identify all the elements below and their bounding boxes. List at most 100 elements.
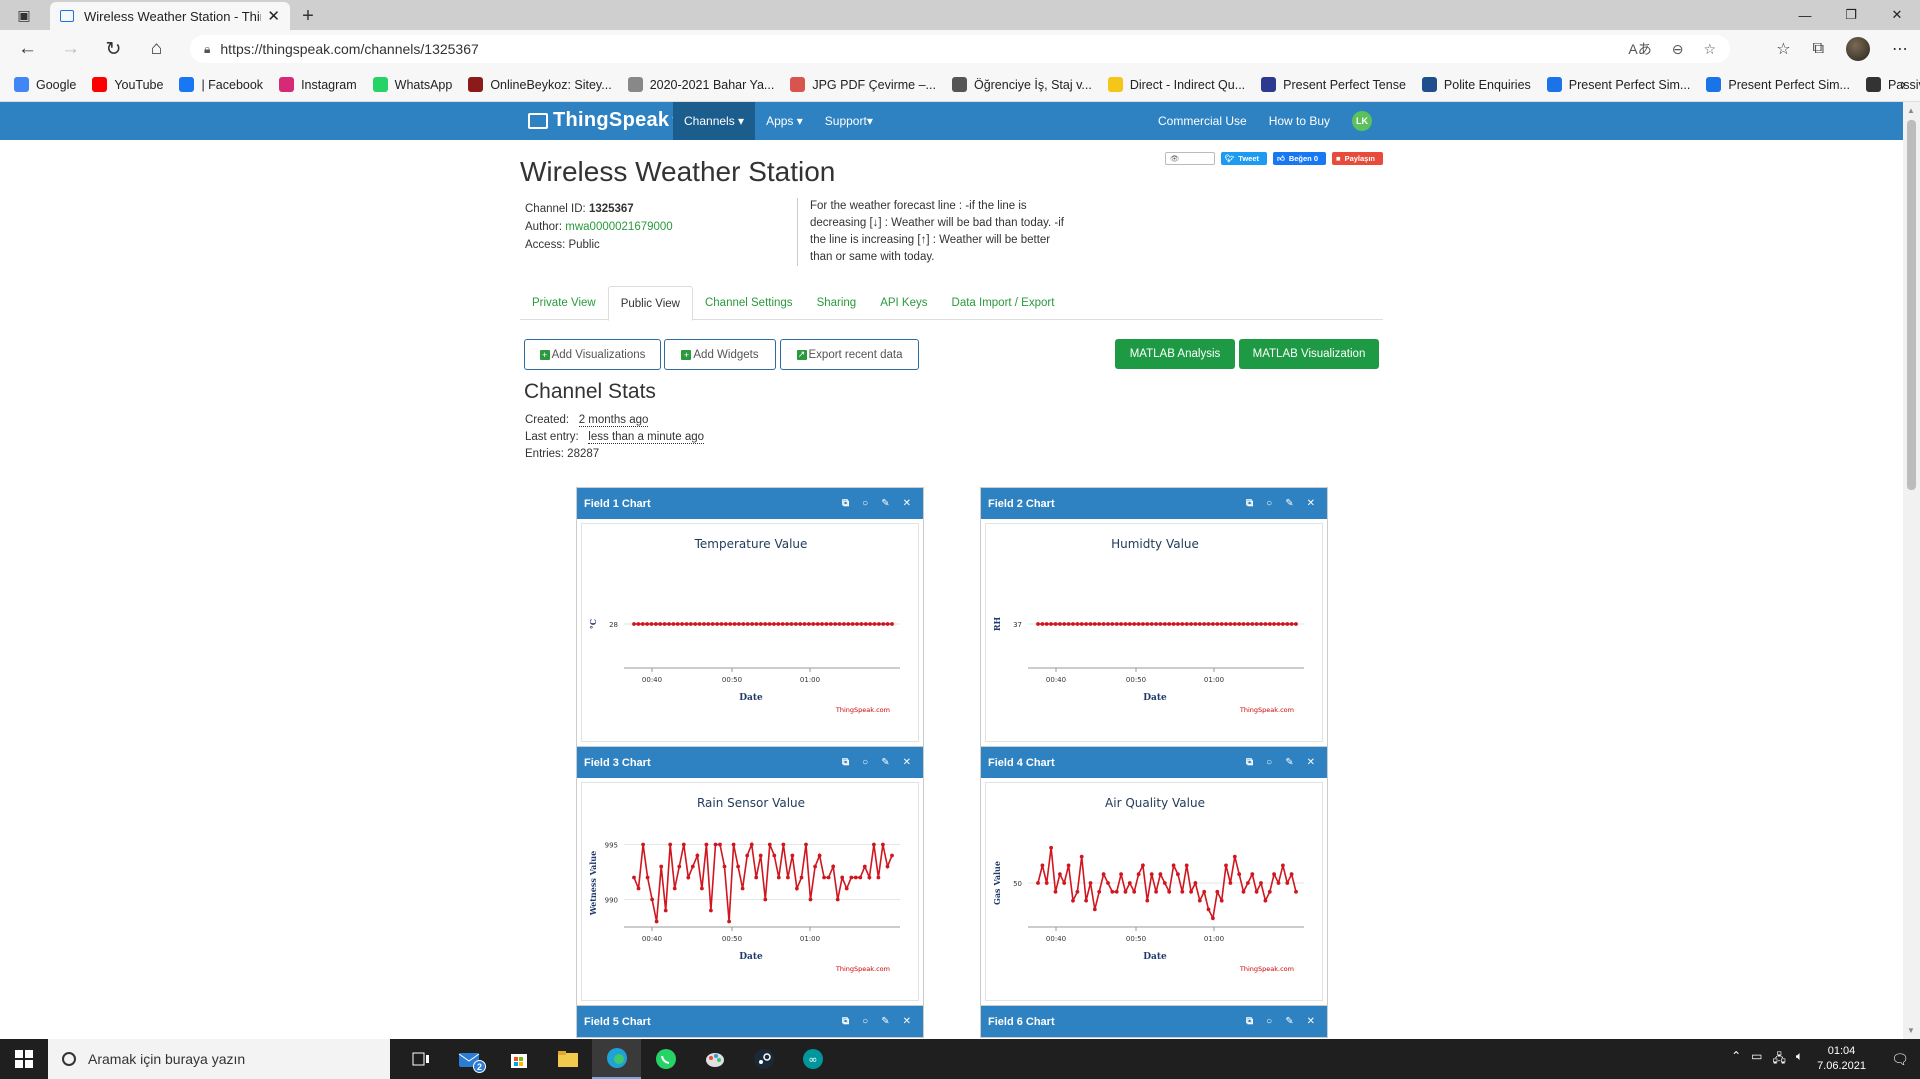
refresh-button[interactable]: ↻	[92, 30, 135, 68]
collections-icon[interactable]: ⧉	[1813, 40, 1824, 58]
paint-icon[interactable]	[690, 1039, 739, 1079]
zoom-icon[interactable]: ⊖	[1672, 41, 1684, 58]
edit-icon[interactable]: ✎	[1285, 498, 1293, 509]
bookmark-item[interactable]: WhatsApp	[372, 77, 452, 92]
add-favorite-icon[interactable]: ☆	[1703, 41, 1716, 58]
bookmark-item[interactable]: Google	[14, 77, 76, 92]
bookmark-item[interactable]: OnlineBeykoz: Sitey...	[468, 77, 612, 92]
close-icon[interactable]: ✕	[1307, 1016, 1315, 1027]
comment-icon[interactable]: ○	[862, 757, 868, 768]
bookmark-item[interactable]: Polite Enquiries	[1421, 77, 1531, 92]
nav-channels-menu[interactable]: Channels ▾	[673, 102, 756, 140]
network-icon[interactable]: 🖧︎	[1772, 1049, 1785, 1070]
add-widgets-button[interactable]: + Add Widgets	[664, 339, 776, 370]
device-icon[interactable]: ▭	[1751, 1049, 1762, 1070]
bookmark-item[interactable]: Öğrenciye İş, Staj v...	[951, 77, 1092, 92]
arduino-icon[interactable]: ∞	[788, 1039, 837, 1079]
store-icon[interactable]	[494, 1039, 543, 1079]
lock-icon[interactable]: 🔒︎	[204, 42, 210, 57]
close-window-icon[interactable]: ✕	[1874, 0, 1920, 30]
tab-sharing[interactable]: Sharing	[805, 286, 869, 320]
matlab-visualization-button[interactable]: MATLAB Visualization	[1239, 339, 1379, 369]
nav-apps-menu[interactable]: Apps ▾	[755, 102, 814, 140]
tab-private-view[interactable]: Private View	[520, 286, 608, 320]
external-link-icon[interactable]: ⧉	[842, 757, 849, 768]
browser-tab-active[interactable]: Wireless Weather Station - Thing ✕	[50, 2, 290, 30]
bookmark-item[interactable]: Present Perfect Tense	[1261, 77, 1406, 92]
comment-icon[interactable]: ○	[1266, 498, 1272, 509]
read-aloud-icon[interactable]: Aあ	[1628, 39, 1651, 59]
edge-icon[interactable]	[592, 1039, 641, 1079]
restore-icon[interactable]: ❐	[1828, 0, 1874, 30]
taskbar-clock[interactable]: 01:04 7.06.2021	[1817, 1044, 1866, 1074]
edit-icon[interactable]: ✎	[881, 1016, 889, 1027]
mail-icon[interactable]: 2	[445, 1039, 494, 1079]
whatsapp-icon[interactable]	[641, 1039, 690, 1079]
notifications-icon[interactable]: 🗨︎	[1880, 1051, 1920, 1068]
page-scrollbar[interactable]: ▲ ▼	[1903, 102, 1920, 1039]
address-bar[interactable]: 🔒︎ https://thingspeak.com/channels/13253…	[190, 35, 1730, 63]
bookmark-item[interactable]: Direct - Indirect Qu...	[1107, 77, 1245, 92]
nav-how-to-buy-link[interactable]: How to Buy	[1269, 114, 1330, 128]
close-icon[interactable]: ✕	[1307, 757, 1315, 768]
taskbar-search[interactable]: Aramak için buraya yazın	[48, 1039, 390, 1079]
bookmark-item[interactable]: Present Perfect Sim...	[1546, 77, 1690, 92]
steam-icon[interactable]	[739, 1039, 788, 1079]
back-button[interactable]: ←	[6, 30, 49, 68]
close-tab-icon[interactable]: ✕	[267, 7, 280, 25]
nav-support-menu[interactable]: Support ▾	[814, 102, 884, 140]
add-visualizations-button[interactable]: + Add Visualizations	[524, 339, 661, 370]
comment-icon[interactable]: ○	[862, 1016, 868, 1027]
close-icon[interactable]: ✕	[903, 757, 911, 768]
export-recent-data-button[interactable]: ↗ Export recent data	[780, 339, 919, 370]
more-menu-icon[interactable]: ⋯	[1892, 39, 1908, 59]
minimize-icon[interactable]: —	[1782, 0, 1828, 30]
thingspeak-logo[interactable]: ThingSpeak™	[528, 109, 679, 132]
close-icon[interactable]: ✕	[1307, 498, 1315, 509]
bookmarks-overflow-icon[interactable]: ›	[1901, 76, 1906, 94]
scrollbar-thumb[interactable]	[1907, 120, 1916, 490]
profile-avatar[interactable]	[1846, 37, 1870, 61]
external-link-icon[interactable]: ⧉	[1246, 1016, 1253, 1027]
edit-icon[interactable]: ✎	[881, 757, 889, 768]
bookmark-item[interactable]: Present Perfect Sim...	[1706, 77, 1850, 92]
tab-public-view[interactable]: Public View	[607, 286, 693, 321]
tab-actions-icon[interactable]: ▣	[0, 0, 48, 30]
nav-commercial-use-link[interactable]: Commercial Use	[1158, 114, 1247, 128]
new-tab-button[interactable]: +	[290, 2, 326, 30]
bookmark-item[interactable]: Instagram	[279, 77, 357, 92]
external-link-icon[interactable]: ⧉	[842, 498, 849, 509]
favorites-icon[interactable]: ☆	[1776, 39, 1790, 59]
close-icon[interactable]: ✕	[903, 498, 911, 509]
close-icon[interactable]: ✕	[903, 1016, 911, 1027]
edit-icon[interactable]: ✎	[881, 498, 889, 509]
forward-button[interactable]: →	[49, 30, 92, 68]
start-button[interactable]	[0, 1039, 48, 1079]
volume-icon[interactable]: 🔈︎	[1796, 1049, 1803, 1070]
tab-channel-settings[interactable]: Channel Settings	[693, 286, 805, 320]
comment-icon[interactable]: ○	[1266, 757, 1272, 768]
bookmark-item[interactable]: Passive	[1865, 77, 1920, 92]
share-button[interactable]: ■ Paylaşın	[1332, 152, 1383, 165]
external-link-icon[interactable]: ⧉	[1246, 757, 1253, 768]
home-button[interactable]: ⌂	[135, 30, 178, 68]
tray-chevron-icon[interactable]: ⌃	[1731, 1049, 1741, 1070]
edit-icon[interactable]: ✎	[1285, 1016, 1293, 1027]
comment-icon[interactable]: ○	[1266, 1016, 1272, 1027]
author-link[interactable]: mwa0000021679000	[565, 221, 672, 233]
watch-button[interactable]: 👁︎ Watch	[1165, 152, 1215, 165]
scroll-down-icon[interactable]: ▼	[1907, 1026, 1915, 1035]
bookmark-item[interactable]: | Facebook	[179, 77, 263, 92]
external-link-icon[interactable]: ⧉	[1246, 498, 1253, 509]
scroll-up-icon[interactable]: ▲	[1907, 106, 1915, 115]
tweet-button[interactable]: 🐦︎ Tweet	[1220, 152, 1267, 165]
external-link-icon[interactable]: ⧉	[842, 1016, 849, 1027]
user-avatar[interactable]: LK	[1352, 111, 1373, 131]
task-view-icon[interactable]	[396, 1039, 445, 1079]
matlab-analysis-button[interactable]: MATLAB Analysis	[1115, 339, 1235, 369]
tab-data-import-export[interactable]: Data Import / Export	[940, 286, 1067, 320]
bookmark-item[interactable]: 2020-2021 Bahar Ya...	[627, 77, 774, 92]
tab-api-keys[interactable]: API Keys	[868, 286, 939, 320]
like-button[interactable]: 👍︎ Beğen 0	[1273, 152, 1327, 165]
comment-icon[interactable]: ○	[862, 498, 868, 509]
